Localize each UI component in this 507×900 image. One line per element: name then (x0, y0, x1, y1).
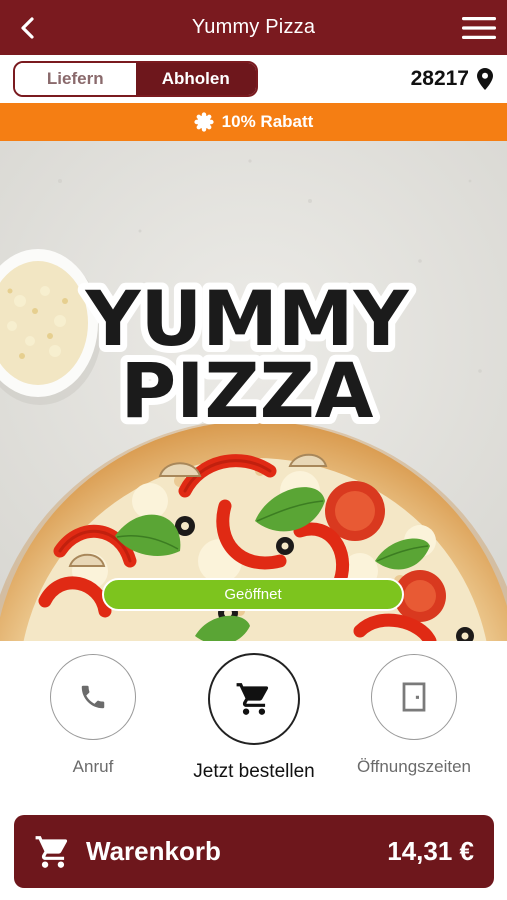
mode-bar: Liefern Abholen 28217 (0, 55, 507, 103)
order-now-button[interactable]: Jetzt bestellen (175, 653, 333, 783)
call-circle[interactable] (50, 654, 136, 740)
open-status-badge: Geöffnet (102, 578, 404, 611)
page-title: Yummy Pizza (191, 16, 316, 38)
opening-hours-button[interactable]: Öffnungszeiten (343, 654, 485, 777)
chevron-left-icon (21, 17, 34, 39)
map-pin-icon (477, 68, 493, 90)
menu-button[interactable] (461, 14, 497, 42)
delivery-mode-toggle: Liefern Abholen (13, 61, 258, 97)
promo-text: 10% Rabatt (221, 112, 314, 131)
brand-logo: YUMMY YUMMY PIZZA PIZZA (77, 267, 416, 442)
cart-icon (35, 835, 68, 868)
tab-abholen[interactable]: Abholen (135, 63, 256, 95)
cart-button[interactable]: Warenkorb 14,31 € (14, 815, 494, 888)
cart-icon (236, 683, 269, 715)
promo-banner: 10% Rabatt (0, 103, 507, 141)
hero-illustration: YUMMY YUMMY PIZZA PIZZA (0, 141, 507, 641)
order-now-label: Jetzt bestellen (193, 761, 315, 782)
phone-icon (81, 685, 105, 709)
location-selector[interactable]: 28217 (411, 65, 493, 93)
quick-actions: Anruf Jetzt bestellen Öffnungszeiten (0, 641, 507, 801)
call-button[interactable]: Anruf (30, 654, 156, 777)
opening-hours-label: Öffnungszeiten (356, 757, 472, 776)
door-icon (402, 682, 426, 712)
tab-liefern[interactable]: Liefern (15, 63, 136, 95)
cart-label: Warenkorb (86, 836, 221, 866)
badge-icon (194, 112, 214, 132)
hero-banner: YUMMY YUMMY PIZZA PIZZA Geöffnet (0, 141, 507, 641)
call-label: Anruf (72, 757, 114, 776)
svg-text:PIZZA: PIZZA (120, 346, 373, 435)
app-header: Yummy Pizza (0, 0, 507, 55)
cart-total: 14,31 € (387, 836, 474, 866)
order-circle[interactable] (208, 653, 300, 745)
zip-code: 28217 (410, 67, 469, 90)
back-button[interactable] (12, 12, 44, 44)
hamburger-menu-icon (462, 17, 496, 39)
hours-circle[interactable] (371, 654, 457, 740)
